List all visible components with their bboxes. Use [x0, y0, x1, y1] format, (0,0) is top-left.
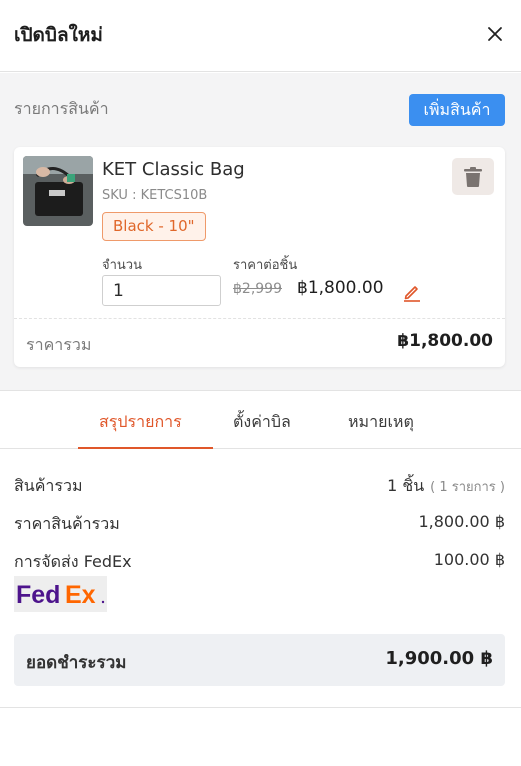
active-tab-indicator: [78, 447, 213, 449]
edit-price-button[interactable]: [402, 282, 422, 302]
unit-price-label: ราคาต่อชิ้น: [233, 258, 298, 273]
products-section-label: รายการสินค้า: [14, 99, 109, 118]
items-count: 1 ชิ้น: [387, 476, 425, 495]
add-product-button[interactable]: เพิ่มสินค้า: [409, 94, 505, 126]
line-total-label: ราคารวม: [26, 335, 92, 354]
summary-tabs: สรุปรายการ ตั้งค่าบิล หมายเหตุ: [0, 392, 521, 449]
svg-text:Fed: Fed: [16, 581, 60, 609]
quantity-input[interactable]: [102, 275, 221, 306]
product-name: KET Classic Bag: [102, 159, 245, 180]
dialog-header: เปิดบิลใหม่: [0, 0, 521, 72]
close-icon: [488, 27, 502, 41]
subtotal-value: 1,800.00 ฿: [418, 512, 505, 531]
dialog-title: เปิดบิลใหม่: [14, 24, 103, 46]
svg-text:Ex: Ex: [65, 581, 96, 609]
items-total-value: 1 ชิ้น ( 1 รายการ ): [387, 474, 505, 499]
unit-price: ฿1,800.00: [297, 278, 384, 298]
grand-total-label: ยอดชำระรวม: [26, 653, 127, 673]
pencil-icon: [404, 286, 420, 302]
grand-total-value: 1,900.00 ฿: [385, 648, 493, 669]
fedex-logo: Fed Ex: [14, 576, 107, 612]
quantity-label: จำนวน: [102, 258, 142, 273]
shipping-label: การจัดส่ง FedEx: [14, 552, 132, 571]
tab-bill-settings[interactable]: ตั้งค่าบิล: [233, 410, 291, 435]
delete-product-button[interactable]: [452, 158, 494, 195]
tab-notes[interactable]: หมายเหตุ: [348, 410, 414, 435]
trash-icon: [464, 167, 482, 187]
tab-summary[interactable]: สรุปรายการ: [99, 410, 182, 435]
variant-badge: Black - 10": [102, 212, 206, 241]
items-total-label: สินค้ารวม: [14, 476, 83, 495]
shipping-value: 100.00 ฿: [433, 550, 505, 569]
line-total-value: ฿1,800.00: [397, 331, 493, 351]
items-line-count: ( 1 รายการ ): [430, 480, 505, 495]
subtotal-label: ราคาสินค้ารวม: [14, 514, 120, 533]
footer-divider: [0, 707, 521, 708]
card-divider: [14, 318, 505, 319]
products-section: รายการสินค้า เพิ่มสินค้า KET Classic Bag…: [0, 73, 521, 391]
grand-total-box: ยอดชำระรวม 1,900.00 ฿: [14, 634, 505, 686]
original-price: ฿2,999: [233, 281, 282, 297]
close-button[interactable]: [481, 20, 509, 48]
product-card: KET Classic Bag SKU : KETCS10B Black - 1…: [14, 147, 505, 367]
product-sku: SKU : KETCS10B: [102, 188, 208, 203]
product-image: [23, 156, 93, 226]
